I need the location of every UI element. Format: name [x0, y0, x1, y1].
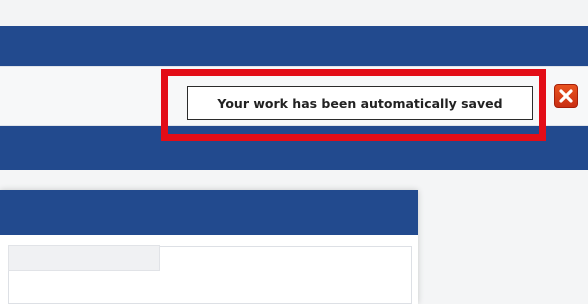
close-icon — [559, 89, 573, 103]
header-band — [0, 26, 588, 66]
content-panel — [0, 190, 418, 304]
top-bar — [0, 0, 588, 26]
panel-tab[interactable] — [8, 245, 160, 271]
autosave-message: Your work has been automatically saved — [217, 95, 503, 111]
app-window: Your work has been automatically saved — [0, 0, 588, 304]
autosave-notification: Your work has been automatically saved — [187, 86, 533, 120]
close-notification-button[interactable] — [554, 84, 578, 108]
panel-header — [0, 190, 418, 235]
